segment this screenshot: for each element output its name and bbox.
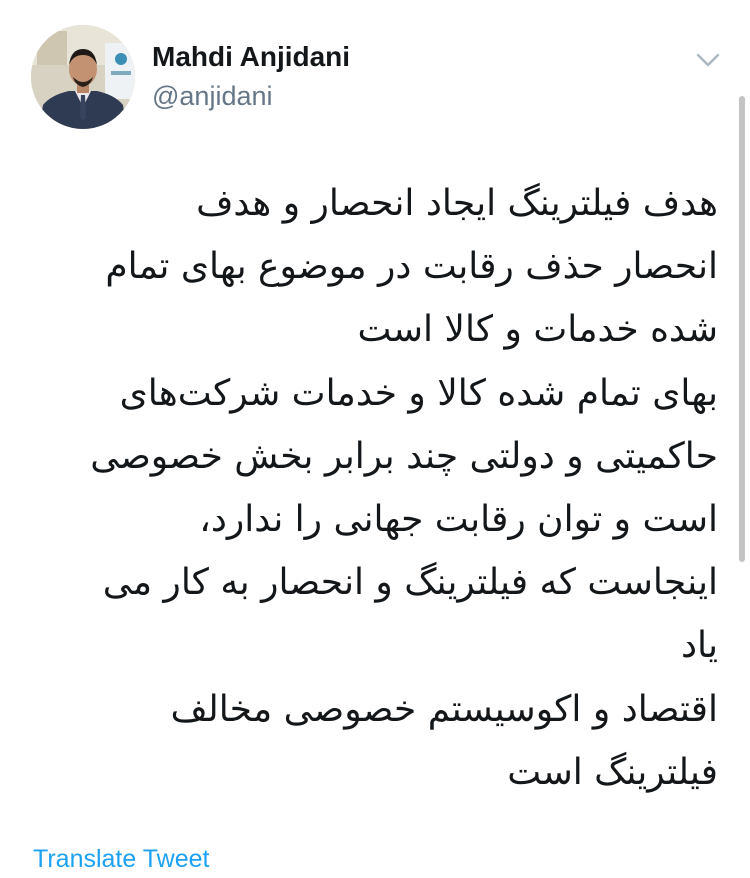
tweet-text: هدف فیلترینگ ایجاد انحصار و هدف انحصار ح… bbox=[30, 172, 718, 804]
translate-tweet-link[interactable]: Translate Tweet bbox=[33, 843, 209, 875]
tweet-text-line: بهای تمام شده کالا و خدمات شرکت‌های bbox=[119, 372, 718, 414]
author-display-name[interactable]: Mahdi Anjidani bbox=[152, 40, 350, 74]
avatar-photo bbox=[31, 25, 135, 129]
tweet-text-line: است و توان رقابت جهانی را ندارد، bbox=[199, 499, 718, 541]
tweet-text-line: یاد bbox=[680, 625, 718, 667]
tweet-text-line: اینجاست که فیلترینگ و انحصار به کار می bbox=[102, 562, 718, 604]
tweet-text-line: شده خدمات و کالا است bbox=[357, 309, 718, 351]
scrollbar[interactable] bbox=[739, 96, 745, 562]
tweet-text-line: انحصار حذف رقابت در موضوع بهای تمام bbox=[105, 246, 718, 288]
author-handle[interactable]: @anjidani bbox=[152, 79, 273, 113]
tweet-text-line: حاکمیتی و دولتی چند برابر بخش خصوصی bbox=[90, 435, 718, 477]
tweet-text-line: هدف فیلترینگ ایجاد انحصار و هدف bbox=[196, 183, 718, 224]
tweet-text-line: فیلترینگ است bbox=[507, 751, 718, 793]
avatar[interactable] bbox=[31, 25, 135, 129]
tweet-text-line: اقتصاد و اکوسیستم خصوصی مخالف bbox=[170, 688, 718, 730]
chevron-down-icon[interactable] bbox=[692, 44, 724, 76]
